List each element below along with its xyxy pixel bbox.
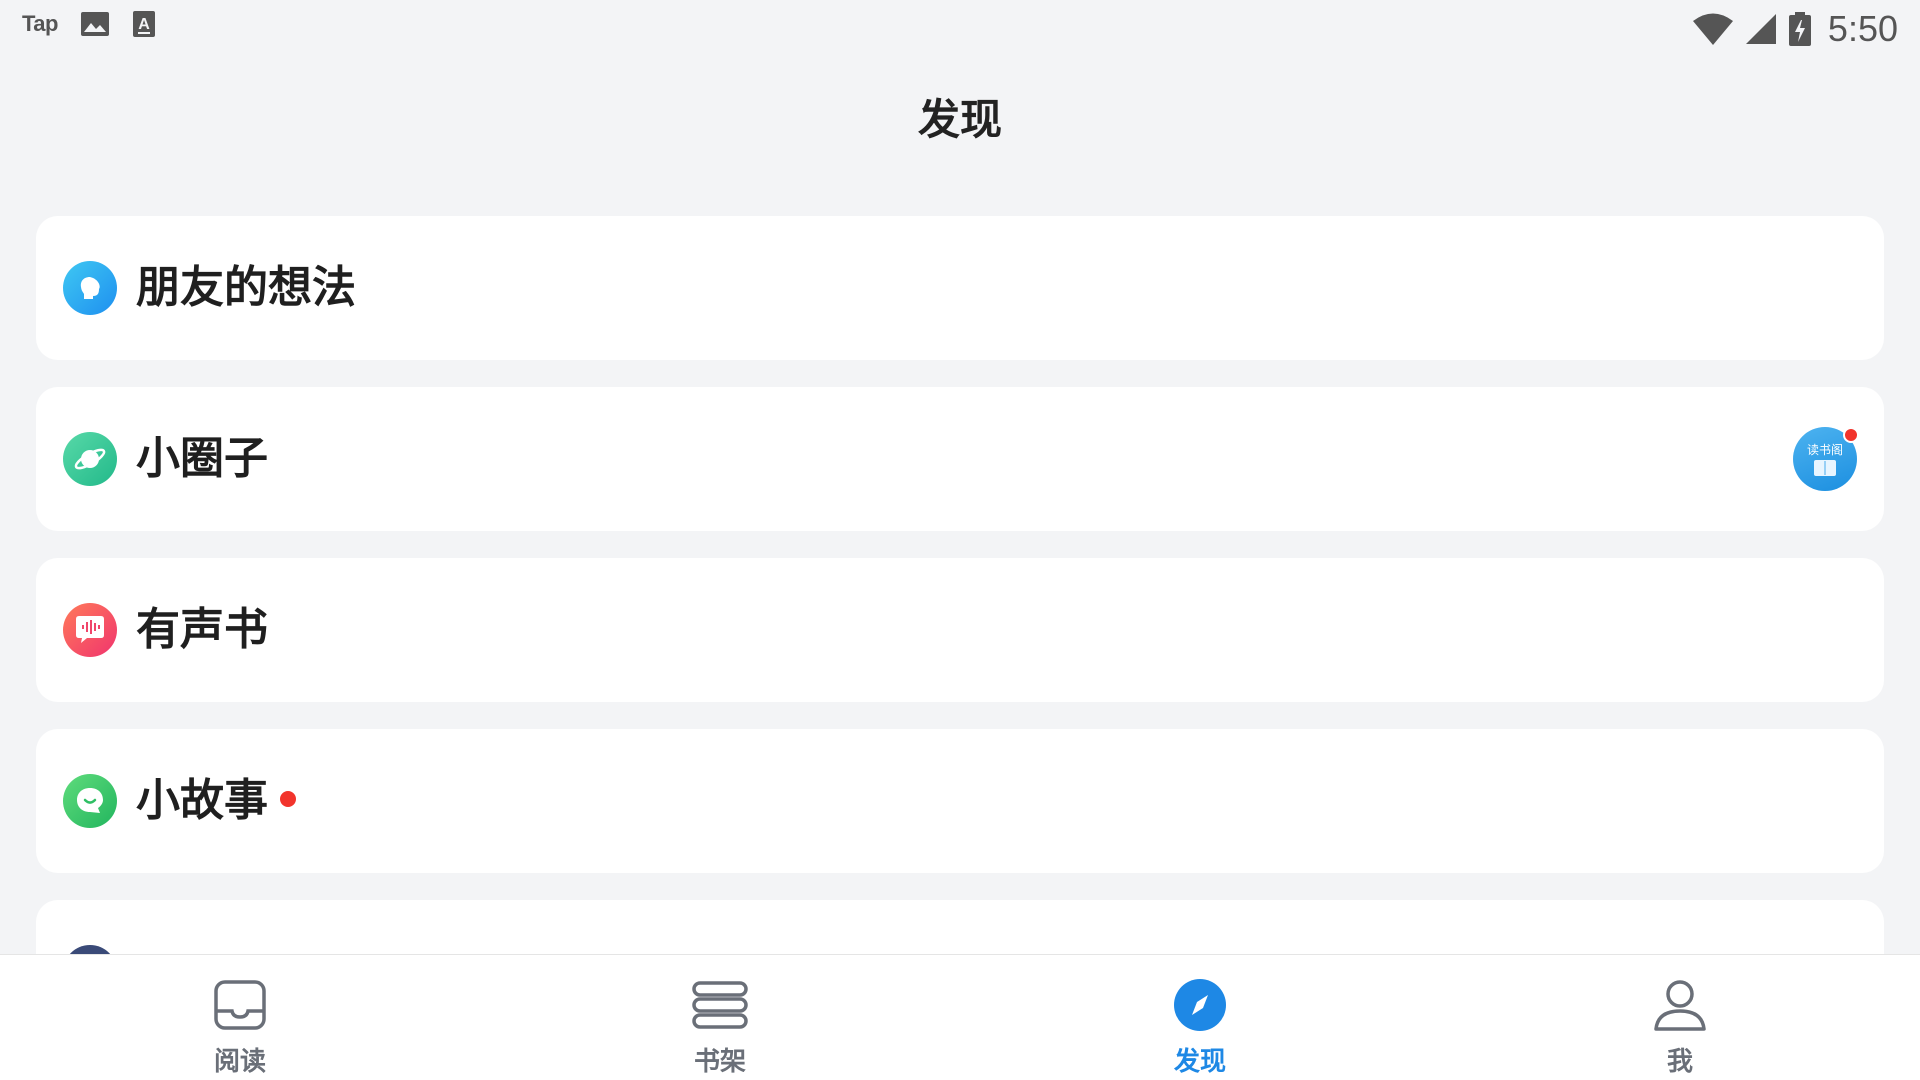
reader-icon xyxy=(214,980,266,1030)
person-icon xyxy=(1654,980,1706,1031)
nav-tab-discover[interactable]: 发现 xyxy=(960,955,1440,1080)
nav-label: 阅读 xyxy=(213,1047,266,1077)
clock-time: 5:50 xyxy=(1827,8,1898,49)
nav-label: 发现 xyxy=(1173,1047,1226,1077)
book-icon xyxy=(1814,460,1836,476)
list-item-friends-thoughts[interactable]: 朋友的想法 xyxy=(36,216,1884,360)
new-indicator-dot xyxy=(280,791,296,807)
list-item-label-text: 小故事 xyxy=(136,775,268,826)
person-head-icon xyxy=(63,261,117,315)
bottom-nav: 阅读 书架 发现 我 xyxy=(0,954,1920,1080)
list-item-label: 有声书 xyxy=(136,604,268,655)
discover-list: 朋友的想法 小圈子 读书阁 有声书 小故事 xyxy=(36,216,1884,1071)
battery-charging-icon xyxy=(1788,12,1811,46)
notification-dot xyxy=(1843,427,1859,443)
audio-wave-icon xyxy=(63,603,117,657)
list-item-short-stories[interactable]: 小故事 xyxy=(36,729,1884,873)
list-item-label: 朋友的想法 xyxy=(136,262,356,313)
status-bar: Tap A 5:50 xyxy=(0,0,1920,56)
reading-club-avatar[interactable]: 读书阁 xyxy=(1793,427,1859,491)
tap-app-label: Tap xyxy=(22,11,58,36)
image-icon xyxy=(80,12,109,36)
list-item-small-circle[interactable]: 小圈子 读书阁 xyxy=(36,387,1884,531)
list-item-label: 小故事 xyxy=(136,777,296,825)
nav-tab-read[interactable]: 阅读 xyxy=(0,955,480,1080)
chat-bubble-icon xyxy=(63,774,117,828)
avatar-text: 读书阁 xyxy=(1806,443,1843,457)
nav-tab-me[interactable]: 我 xyxy=(1440,955,1920,1080)
compass-icon xyxy=(1174,979,1226,1031)
status-left: Tap A xyxy=(22,10,156,38)
planet-icon xyxy=(63,432,117,486)
wifi-icon xyxy=(1692,13,1733,45)
bookshelf-icon xyxy=(692,981,748,1029)
status-right: 5:50 xyxy=(1692,8,1898,50)
nav-label: 我 xyxy=(1666,1047,1693,1077)
list-item-audiobooks[interactable]: 有声书 xyxy=(36,558,1884,702)
svg-text:A: A xyxy=(138,16,150,33)
list-item-label: 小圈子 xyxy=(136,433,268,484)
cell-signal-icon xyxy=(1745,14,1776,44)
discover-screen: Tap A 5:50 发现 朋友的想法 小圈子 读书阁 有声书 小故事 阅读 书… xyxy=(0,0,1920,1080)
page-title: 发现 xyxy=(917,95,1002,144)
keyboard-a-icon: A xyxy=(132,11,155,37)
nav-label: 书架 xyxy=(693,1047,746,1077)
nav-tab-bookshelf[interactable]: 书架 xyxy=(480,955,960,1080)
